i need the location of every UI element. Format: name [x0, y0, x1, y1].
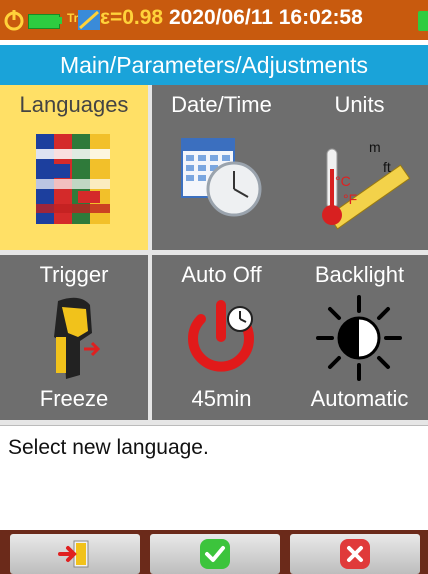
tile-label: Trigger [39, 262, 109, 287]
cancel-button[interactable] [290, 534, 420, 574]
tile-label: Date/Time [171, 92, 272, 117]
unit-meter: m [369, 139, 381, 155]
emissivity-icon [78, 10, 100, 30]
tile-backlight[interactable]: Backlight Automatic [291, 255, 428, 420]
brightness-icon [316, 295, 402, 381]
thermometer-ruler-icon [322, 148, 411, 230]
help-message-panel: Select new language. [0, 425, 428, 530]
tile-trigger[interactable]: Trigger Freeze [0, 255, 148, 420]
unit-celsius: °C [335, 173, 351, 189]
tile-autooff[interactable]: Auto Off 45min [152, 255, 291, 420]
power-timer-icon [188, 300, 254, 372]
laser-indicator: Tr [67, 11, 79, 25]
power-icon [4, 10, 24, 31]
bottom-button-bar [0, 530, 428, 574]
confirm-button[interactable] [150, 534, 280, 574]
tile-units[interactable]: Units m ft °C °F [291, 85, 428, 250]
tile-value: 45min [191, 386, 252, 411]
battery-icon [28, 14, 60, 29]
datetime: 2020/06/11 16:02:58 [168, 6, 363, 29]
exit-door-icon [58, 540, 89, 568]
cancel-x-icon [340, 539, 370, 569]
tile-languages[interactable]: Languages [0, 85, 148, 250]
checkmark-icon [200, 539, 230, 569]
tile-value: Freeze [39, 386, 109, 411]
tile-label: Units [334, 92, 385, 117]
status-bar: Tr ε=0.98 2020/06/11 16:02:58 [0, 0, 428, 40]
breadcrumb: Main/Parameters/Adjustments [0, 45, 428, 85]
unit-fahrenheit: °F [343, 191, 358, 207]
help-message: Select new language. [8, 436, 209, 459]
unit-feet: ft [383, 159, 391, 175]
emissivity-value: ε=0.98 [100, 6, 164, 29]
camera-trigger-icon [54, 297, 101, 379]
exit-button[interactable] [10, 534, 140, 574]
battery-tip [59, 17, 62, 24]
storage-icon [418, 11, 428, 31]
flags-icon [36, 134, 110, 224]
tile-value: Automatic [310, 386, 409, 411]
tile-label: Auto Off [181, 262, 262, 287]
tile-datetime[interactable]: Date/Time [152, 85, 291, 250]
settings-grid: Languages Date/Time Units m ft °C °F Tri… [0, 85, 428, 425]
calendar-clock-icon [181, 138, 262, 217]
tile-label: Languages [19, 92, 129, 117]
tile-label: Backlight [314, 262, 405, 287]
